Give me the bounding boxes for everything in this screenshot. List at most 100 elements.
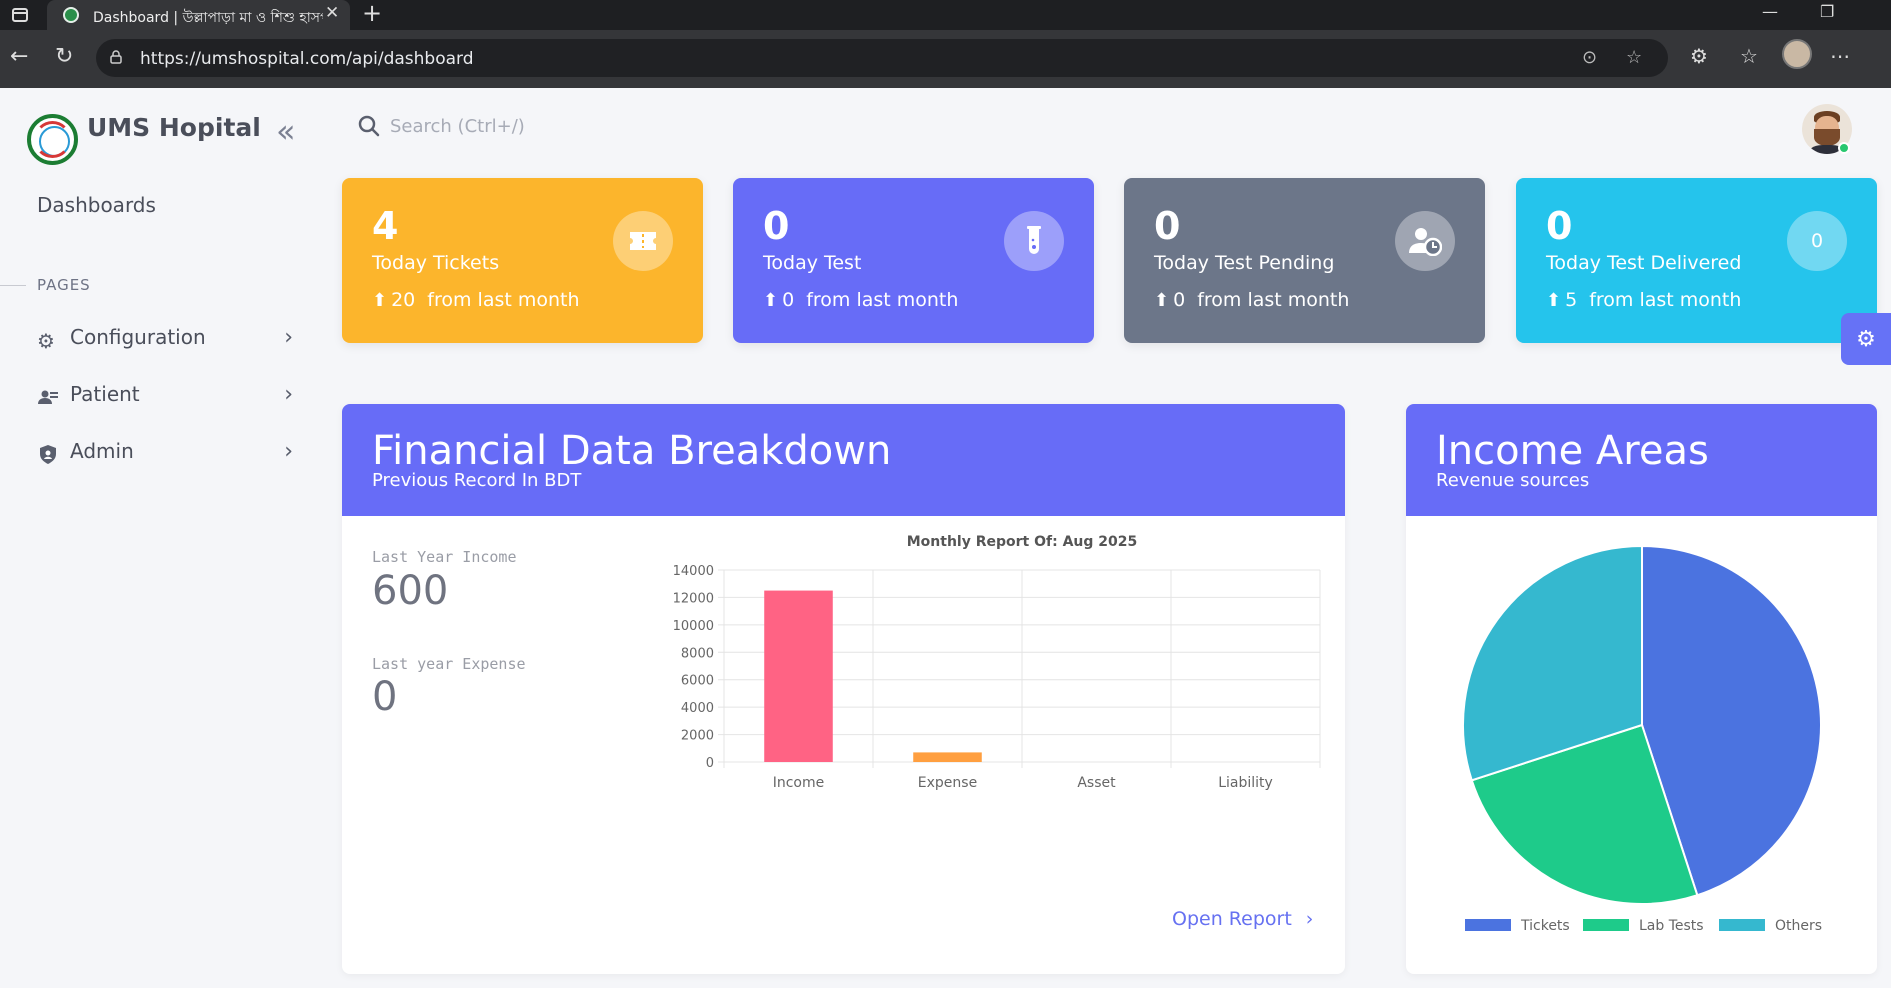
close-tab-icon[interactable]: ✕ [325, 3, 339, 23]
y-tick-label: 10000 [673, 619, 714, 634]
hospital-logo [27, 114, 78, 165]
shield-icon [40, 445, 56, 464]
legend-swatch [1465, 919, 1511, 931]
collapse-sidebar-icon[interactable]: « [276, 112, 296, 150]
trend-value: 0 [782, 289, 795, 311]
arrow-up-icon: ⬆ [1546, 290, 1562, 311]
reader-mode-icon[interactable]: ⊙ [1582, 47, 1597, 68]
users-icon [38, 390, 58, 404]
y-tick-label: 14000 [673, 564, 714, 579]
chevron-right-icon: › [284, 382, 293, 407]
badge-icon: 0 [1787, 211, 1847, 271]
sidebar-item-label: Admin [70, 439, 134, 463]
legend-label: Tickets [1520, 918, 1570, 934]
monthly-report-bar-chart: Monthly Report Of: Aug 2025 0 2000 4000 6000… [673, 534, 1321, 791]
search-icon[interactable] [358, 115, 380, 137]
stat-card-today-test[interactable]: 0 Today Test ⬆ 0 from last month [733, 178, 1094, 343]
browser-profile-avatar[interactable] [1782, 39, 1812, 69]
browser-toolbar: ← ↻ https://umshospital.com/api/dashboar… [0, 30, 1891, 88]
x-tick-label: Asset [1077, 775, 1116, 791]
last-year-income-value: 600 [372, 568, 449, 614]
favorites-icon[interactable]: ☆ [1740, 44, 1758, 68]
income-areas-pie-chart: Tickets Lab Tests Others [1462, 544, 1822, 934]
stat-label: Today Test Delivered [1546, 252, 1742, 274]
trend-text: from last month [1197, 289, 1350, 311]
stat-card-test-delivered[interactable]: 0 Today Test Delivered ⬆ 5 from last month… [1516, 178, 1877, 343]
bar-income[interactable] [764, 590, 833, 762]
test-tube-icon [1004, 211, 1064, 271]
last-year-expense-label: Last year Expense [372, 655, 526, 673]
stat-card-test-pending[interactable]: 0 Today Test Pending ⬆ 0 from last month [1124, 178, 1485, 343]
panel-header: Financial Data Breakdown Previous Record… [342, 404, 1345, 516]
stat-value: 0 [763, 204, 790, 248]
arrow-up-icon: ⬆ [1154, 290, 1170, 311]
chevron-right-icon: › [284, 325, 293, 350]
user-clock-icon [1395, 211, 1455, 271]
search-input[interactable] [390, 110, 790, 142]
legend-label: Lab Tests [1639, 918, 1704, 934]
minimize-icon[interactable]: — [1762, 2, 1778, 21]
y-tick-label: 0 [706, 756, 714, 771]
x-tick-label: Liability [1218, 775, 1273, 791]
extensions-icon[interactable]: ⚙ [1690, 44, 1708, 68]
arrow-up-icon: ⬆ [763, 290, 779, 311]
trend-text: from last month [427, 289, 580, 311]
last-year-expense-value: 0 [372, 674, 398, 720]
sidebar-item-admin[interactable]: Admin › [37, 435, 293, 471]
window-menu-icon[interactable] [12, 8, 28, 22]
stat-value: 0 [1154, 204, 1181, 248]
y-tick-label: 6000 [681, 674, 714, 689]
panel-subtitle: Previous Record In BDT [372, 470, 582, 491]
stat-trend: ⬆ 20 from last month [372, 289, 580, 311]
gear-icon: ⚙ [37, 329, 55, 353]
online-status-dot [1838, 142, 1850, 154]
sidebar: UMS Hopital « Dashboards PAGES ⚙ Configu… [0, 88, 310, 988]
sidebar-item-label: Patient [70, 382, 140, 406]
open-report-link[interactable]: Open Report › [1172, 908, 1313, 930]
x-tick-label: Expense [918, 775, 977, 791]
open-report-label: Open Report [1172, 908, 1292, 930]
sidebar-item-dashboards[interactable]: Dashboards [37, 193, 156, 217]
sidebar-item-patient[interactable]: Patient › [37, 378, 293, 414]
panel-title: Financial Data Breakdown [372, 428, 892, 474]
chart-title: Monthly Report Of: Aug 2025 [907, 534, 1138, 550]
stat-trend: ⬆ 5 from last month [1546, 289, 1741, 311]
settings-gear-button[interactable]: ⚙ [1841, 313, 1891, 365]
stat-card-today-tickets[interactable]: 4 Today Tickets ⬆ 20 from last month [342, 178, 703, 343]
tab-title: Dashboard | উল্লাপাড়া মা ও শিশু হাসপাতা… [93, 10, 323, 26]
y-tick-label: 4000 [681, 701, 714, 716]
url-text: https://umshospital.com/api/dashboard [140, 49, 474, 69]
panel-subtitle: Revenue sources [1436, 470, 1590, 491]
last-year-income-label: Last Year Income [372, 548, 517, 566]
trend-value: 20 [391, 289, 416, 311]
favorite-star-icon[interactable]: ☆ [1626, 47, 1642, 68]
panel-header: Income Areas Revenue sources [1406, 404, 1877, 516]
stat-label: Today Test Pending [1154, 252, 1335, 274]
trend-text: from last month [1589, 289, 1742, 311]
income-areas-panel: Income Areas Revenue sources Tickets Lab … [1406, 404, 1877, 974]
section-divider [0, 285, 26, 286]
arrow-up-icon: ⬆ [372, 290, 388, 311]
badge-icon-text: 0 [1810, 230, 1824, 252]
restore-icon[interactable]: ❐ [1820, 2, 1834, 21]
legend-swatch [1719, 919, 1765, 931]
browser-tab[interactable]: Dashboard | উল্লাপাড়া মা ও শিশু হাসপাতা… [47, 0, 350, 30]
stat-trend: ⬆ 0 from last month [1154, 289, 1349, 311]
hospital-favicon-icon [63, 7, 79, 23]
stat-label: Today Tickets [372, 252, 500, 274]
new-tab-icon[interactable]: + [362, 0, 382, 27]
trend-value: 5 [1565, 289, 1578, 311]
reload-icon[interactable]: ↻ [55, 44, 73, 69]
lock-icon [110, 50, 122, 64]
more-menu-icon[interactable]: ⋯ [1830, 44, 1850, 68]
back-icon[interactable]: ← [10, 44, 28, 69]
chevron-right-icon: › [1305, 908, 1314, 930]
panel-title: Income Areas [1436, 428, 1709, 474]
address-bar[interactable]: https://umshospital.com/api/dashboard ⊙ … [96, 39, 1668, 77]
sidebar-item-configuration[interactable]: ⚙ Configuration › [37, 321, 293, 357]
stat-value: 0 [1546, 204, 1573, 248]
y-tick-label: 12000 [673, 591, 714, 606]
bar-expense[interactable] [913, 752, 982, 762]
y-tick-label: 8000 [681, 646, 714, 661]
app-root: UMS Hopital « Dashboards PAGES ⚙ Configu… [0, 88, 1891, 988]
